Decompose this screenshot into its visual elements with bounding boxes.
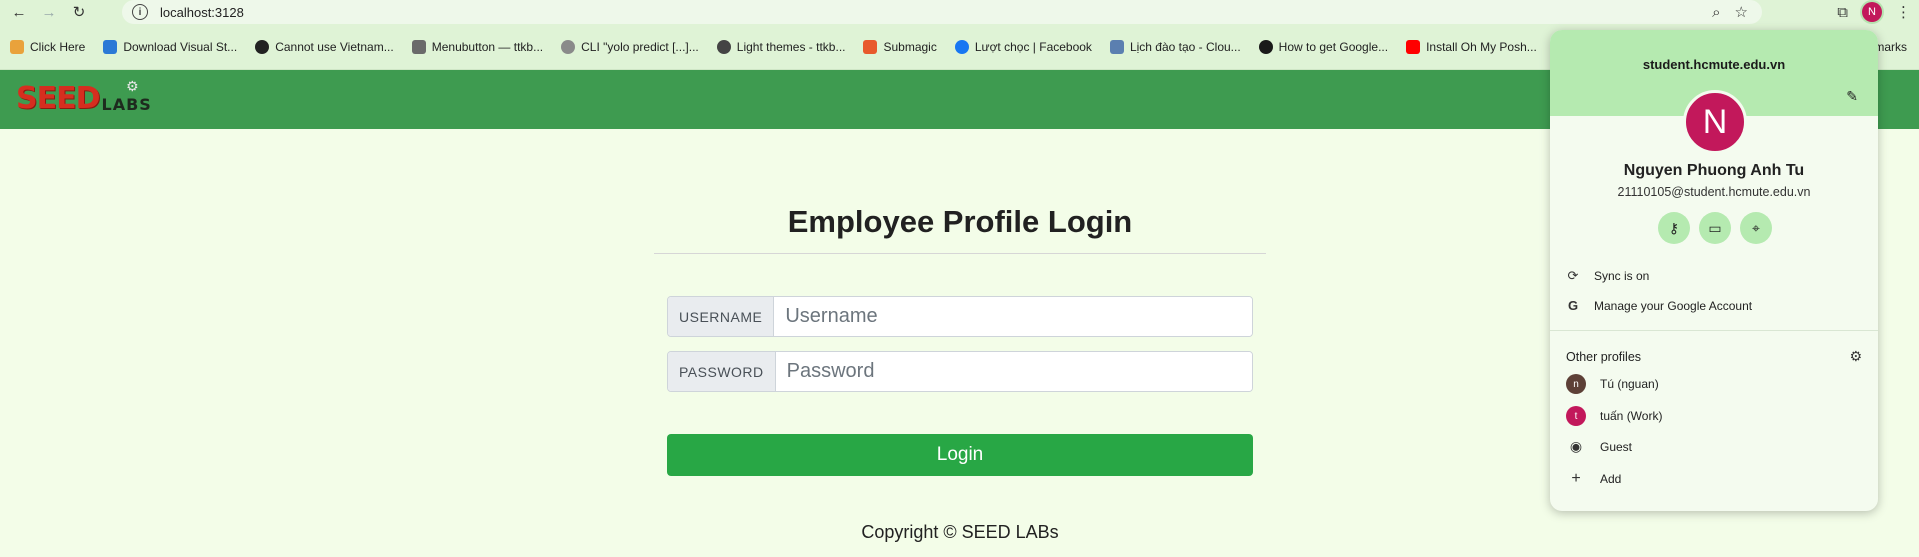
facebook-icon xyxy=(954,39,969,54)
ttkb-icon xyxy=(716,39,731,54)
reload-icon[interactable]: ↻ xyxy=(68,1,90,23)
url-text: localhost:3128 xyxy=(160,4,244,20)
google-g-icon: G xyxy=(1567,298,1579,313)
guest-label: Guest xyxy=(1600,439,1633,454)
manage-profiles-gear-icon[interactable]: ⚙ xyxy=(1849,348,1862,365)
bookmark-item[interactable]: Lịch đào tạo - Clou... xyxy=(1109,39,1241,54)
page-title: Employee Profile Login xyxy=(787,204,1133,239)
bookmark-favicon-icon xyxy=(1258,39,1273,54)
profile-item[interactable]: t tuấn (Work) xyxy=(1566,406,1662,426)
site-info-icon[interactable]: i xyxy=(132,4,148,20)
bookmark-favicon-icon xyxy=(10,39,24,54)
youtube-icon xyxy=(1406,39,1421,54)
logo-labs-text: LABS xyxy=(101,95,152,114)
bookmark-item[interactable]: Submagic xyxy=(863,39,937,54)
title-divider xyxy=(654,253,1266,254)
submagic-icon xyxy=(863,39,878,54)
manage-account-label: Manage your Google Account xyxy=(1594,298,1753,313)
profile-item-label: tuấn (Work) xyxy=(1600,409,1663,423)
browser-toolbar: ← → ↻ i localhost:3128 ⌕ ☆ ⧉ N ⋮ xyxy=(0,0,1919,24)
password-label: PASSWORD xyxy=(668,352,776,391)
bookmark-item[interactable]: Install Oh My Posh... xyxy=(1406,39,1537,54)
other-profiles-title: Other profiles xyxy=(1566,350,1642,364)
username-label: USERNAME xyxy=(668,297,775,336)
sync-label: Sync is on xyxy=(1594,269,1650,283)
menu-divider xyxy=(1550,330,1878,331)
cloud-icon xyxy=(1109,39,1124,54)
seed-labs-logo[interactable]: SEED LABS ⚙ xyxy=(16,78,152,116)
edit-icon[interactable]: ✎ xyxy=(1846,88,1858,105)
extensions-icon[interactable]: ⧉ xyxy=(1837,4,1848,21)
bookmark-item[interactable]: Menubutton — ttkb... xyxy=(411,39,543,54)
back-icon[interactable]: ← xyxy=(8,1,30,23)
guest-person-icon: ◉ xyxy=(1569,438,1583,454)
sync-row[interactable]: ⟳ Sync is on xyxy=(1566,268,1650,284)
profile-email: 21110105@student.hcmute.edu.vn xyxy=(1617,185,1811,199)
doc-icon xyxy=(411,39,426,54)
bookmark-star-icon[interactable]: ☆ xyxy=(1735,3,1748,21)
profile-item-label: Tú (nguan) xyxy=(1600,377,1659,391)
copyright-text: Copyright © SEED LABs xyxy=(861,522,1059,542)
github-icon xyxy=(561,39,576,54)
profile-item-avatar: t xyxy=(1566,406,1586,426)
profile-item-avatar: n xyxy=(1566,374,1586,394)
bookmark-item[interactable]: Cannot use Vietnam... xyxy=(255,39,394,54)
profile-item[interactable]: n Tú (nguan) xyxy=(1566,374,1659,394)
forward-icon[interactable]: → xyxy=(38,1,60,23)
profile-quick-actions: ⚷ ▭ ⌖ xyxy=(1658,212,1772,244)
guest-row[interactable]: ◉ Guest xyxy=(1566,438,1632,455)
profile-domain: student.hcmute.edu.vn xyxy=(1642,57,1786,72)
profile-menu: student.hcmute.edu.vn ✎ N Nguyen Phuong … xyxy=(1550,30,1878,511)
bookmark-item[interactable]: Click Here xyxy=(10,39,85,54)
passwords-key-icon[interactable]: ⚷ xyxy=(1658,212,1690,244)
bookmark-item[interactable]: Light themes - ttkb... xyxy=(716,39,845,54)
add-profile-row[interactable]: + Add xyxy=(1566,470,1621,488)
add-label: Add xyxy=(1600,472,1622,486)
bookmark-item[interactable]: How to get Google... xyxy=(1258,39,1388,54)
all-bookmarks-link[interactable]: marks xyxy=(1874,40,1907,54)
profile-name: Nguyen Phuong Anh Tu xyxy=(1623,162,1805,179)
bookmark-item[interactable]: Download Visual St... xyxy=(103,39,237,54)
bookmark-item[interactable]: CLI "yolo predict [...]... xyxy=(561,39,699,54)
logo-gear-icon: ⚙ xyxy=(126,78,139,94)
login-button[interactable]: Login xyxy=(667,434,1253,476)
logo-seed-text: SEED xyxy=(16,81,100,116)
username-input[interactable] xyxy=(774,297,1252,336)
bookmark-item[interactable]: Lượt chọc | Facebook xyxy=(954,39,1092,54)
profile-avatar-button[interactable]: N xyxy=(1862,2,1882,22)
menu-kebab-icon[interactable]: ⋮ xyxy=(1896,3,1911,21)
vscode-icon xyxy=(103,39,118,54)
manage-account-row[interactable]: G Manage your Google Account xyxy=(1566,298,1752,313)
payment-card-icon[interactable]: ▭ xyxy=(1699,212,1731,244)
address-location-icon[interactable]: ⌖ xyxy=(1740,212,1772,244)
password-group: PASSWORD xyxy=(667,351,1253,392)
sync-icon: ⟳ xyxy=(1567,268,1579,283)
github-icon xyxy=(255,39,270,54)
profile-avatar: N xyxy=(1683,90,1747,154)
password-input[interactable] xyxy=(775,352,1252,391)
zoom-icon[interactable]: ⌕ xyxy=(1712,4,1720,21)
add-icon: + xyxy=(1571,470,1581,487)
address-bar[interactable]: i localhost:3128 ⌕ ☆ xyxy=(122,0,1762,24)
username-group: USERNAME xyxy=(667,296,1253,337)
